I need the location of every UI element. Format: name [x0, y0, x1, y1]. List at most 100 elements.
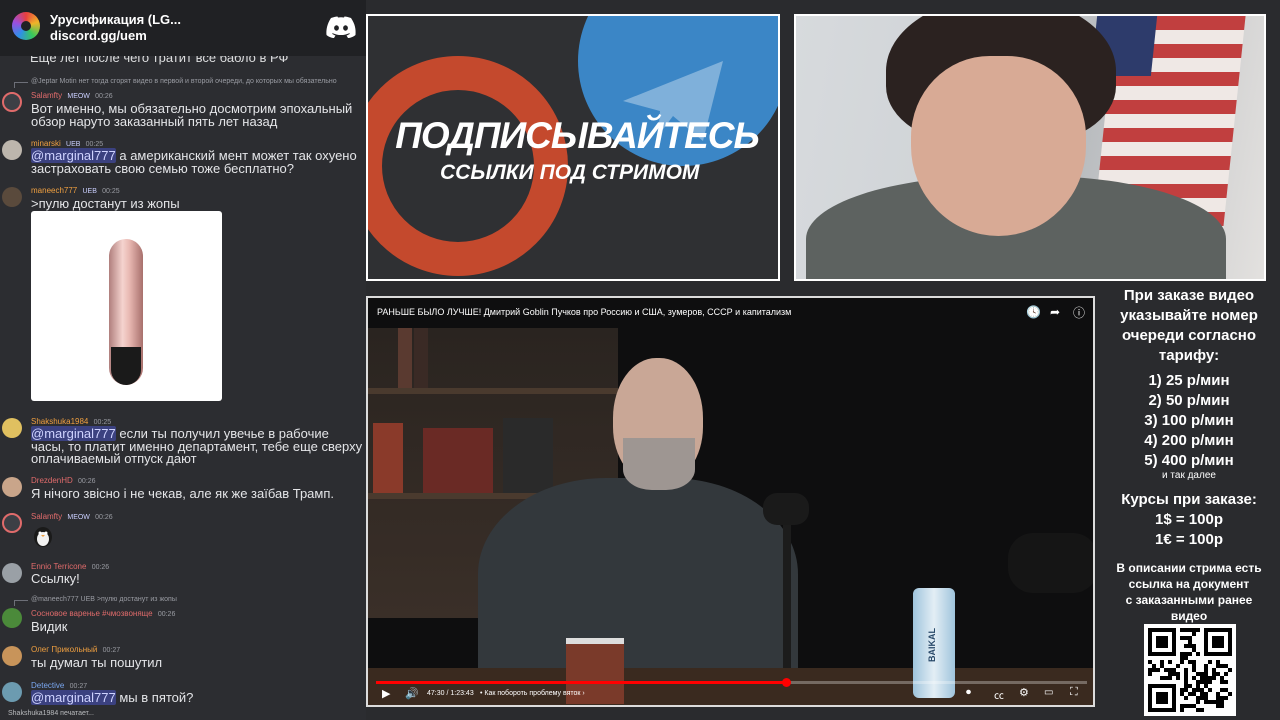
autoplay-toggle-icon[interactable]: ⏺ — [966, 687, 971, 698]
avatar[interactable] — [2, 563, 22, 583]
fullscreen-icon[interactable]: ⛶ — [1070, 686, 1078, 699]
chat-panel: Урусификация (LG... discord.gg/uem Ещё л… — [0, 0, 366, 720]
author-badge: MEOW — [67, 514, 90, 521]
avatar[interactable] — [2, 92, 22, 112]
message-line: оплачиваемый отпуск дают — [31, 451, 197, 466]
qr-code-pattern — [1148, 628, 1232, 712]
progress-bar[interactable] — [376, 678, 1087, 687]
settings-gear-icon[interactable]: ⚙ — [1019, 686, 1029, 699]
share-icon[interactable]: ➦ — [1050, 305, 1060, 319]
volume-icon[interactable]: 🔊 — [405, 687, 419, 700]
author-name[interactable]: Salamfty — [31, 512, 62, 521]
author-badge: MEOW — [67, 93, 90, 100]
message-time: 00:26 — [157, 611, 176, 618]
typing-indicator: Shakshuka1984 печатает... — [8, 710, 94, 717]
message-line: >пулю достанут из жопы — [31, 196, 180, 211]
message-line: обзор наруто заказанный пять лет назад — [31, 114, 278, 129]
description-line: В описании стрима есть — [1116, 561, 1262, 575]
author-badge: UEB — [66, 141, 81, 148]
message-line: Видик — [31, 619, 68, 634]
price-tier: 5) 400 р/мин — [1144, 452, 1234, 469]
message-time: 00:26 — [95, 514, 113, 521]
play-icon[interactable]: ▶ — [382, 687, 390, 700]
description-line: с заказанными ранее — [1125, 593, 1253, 607]
info-icon[interactable]: ⓘ — [1073, 304, 1085, 321]
price-tier: 2) 50 р/мин — [1148, 392, 1230, 409]
webcam-feed — [794, 14, 1266, 281]
message-time: 00:26 — [78, 478, 96, 485]
order-heading-line: тарифу: — [1158, 347, 1220, 364]
author-name[interactable]: Ennio Terricone — [31, 562, 86, 571]
user-mention[interactable]: @marginal777 — [31, 690, 116, 705]
rates-heading: Курсы при заказе: — [1121, 491, 1257, 508]
message-time: 00:25 — [85, 141, 104, 148]
discord-icon — [326, 16, 356, 38]
bottle-label: BAIKAL — [927, 628, 937, 662]
cast-icon[interactable]: ▭ — [1044, 687, 1053, 698]
author-name[interactable]: Shakshuka1984 — [31, 417, 88, 426]
attached-image[interactable] — [31, 211, 222, 401]
author-badge: UEB — [82, 188, 97, 195]
message-time: 00:26 — [95, 93, 113, 100]
author-name[interactable]: Detective — [31, 681, 64, 690]
message-header: DrezdenHD 00:26 — [31, 476, 96, 485]
author-name[interactable]: Сосновое варенье #чмозвоняще — [31, 609, 153, 618]
price-tier: 3) 100 р/мин — [1144, 412, 1234, 429]
author-name[interactable]: DrezdenHD — [31, 476, 73, 485]
avatar[interactable] — [2, 418, 22, 438]
watch-later-icon[interactable]: 🕓 — [1026, 305, 1041, 319]
avatar[interactable] — [2, 682, 22, 702]
message-header: Detective 00:27 — [31, 681, 87, 690]
message-header: Shakshuka1984 00:25 — [31, 417, 111, 426]
message-time: 00:27 — [102, 647, 121, 654]
time-display: 47:30 / 1:23:43 — [427, 690, 474, 697]
message-header: Salamfty MEOW 00:26 — [31, 91, 113, 100]
author-name[interactable]: Salamfty — [31, 91, 62, 100]
order-heading: При заказе видео указывайте номер очеред… — [1098, 286, 1280, 366]
message-header: minarski UEB 00:25 — [31, 139, 103, 148]
subtitles-icon[interactable]: ㏄ — [994, 687, 1004, 702]
message-time: 00:26 — [91, 564, 110, 571]
table-image — [368, 668, 1093, 705]
reply-preview[interactable]: @Jeptar Motin нет тогда сгорят видео в п… — [31, 78, 337, 85]
penguin-emoji-icon — [34, 527, 52, 547]
avatar[interactable] — [2, 513, 22, 533]
message-header: Salamfty MEOW 00:26 — [31, 512, 113, 521]
video-title[interactable]: РАНЬШЕ БЫЛО ЛУЧШЕ! Дмитрий Goblin Пучков… — [377, 307, 791, 317]
message-line: застраховать свою семью тоже бесплатно? — [31, 161, 295, 176]
progress-fill — [376, 681, 787, 684]
price-etc: и так далее — [1162, 470, 1216, 481]
youtube-player[interactable]: BAIKAL РАНЬШЕ БЫЛО ЛУЧШЕ! Дмитрий Goblin… — [366, 296, 1095, 707]
avatar[interactable] — [2, 608, 22, 628]
rate-eur: 1€ = 100р — [1155, 531, 1223, 548]
message-line: ты думал ты пошутил — [31, 655, 163, 670]
microphone-image — [1008, 533, 1093, 593]
author-name[interactable]: maneech777 — [31, 186, 77, 195]
bullet-cap-image — [111, 347, 141, 385]
mic-stand-image — [783, 518, 791, 678]
discord-banner[interactable]: Урусификация (LG... discord.gg/uem — [0, 0, 366, 56]
order-heading-line: очереди согласно — [1121, 327, 1257, 344]
book — [398, 328, 412, 388]
book — [503, 418, 553, 493]
author-name[interactable]: minarski — [31, 139, 61, 148]
server-logo-icon — [12, 12, 40, 40]
author-name[interactable]: Олег Прикольный — [31, 645, 97, 654]
microphone-image — [763, 493, 809, 525]
qr-code-icon[interactable] — [1144, 624, 1236, 716]
message-header: Ennio Terricone 00:26 — [31, 562, 109, 571]
promo-title: ПОДПИСЫВАЙТЕСЬ — [395, 115, 759, 156]
stream-layout: Урусификация (LG... discord.gg/uem Ещё л… — [0, 0, 1280, 720]
avatar[interactable] — [2, 646, 22, 666]
message-time: 00:27 — [69, 683, 88, 690]
avatar[interactable] — [2, 140, 22, 160]
avatar[interactable] — [2, 187, 22, 207]
avatar[interactable] — [2, 477, 22, 497]
discord-invite-link[interactable]: discord.gg/uem — [50, 28, 147, 43]
message-header: Сосновое варенье #чмозвоняще 00:26 — [31, 609, 175, 618]
server-name: Урусификация (LG... — [50, 12, 181, 27]
chapter-title[interactable]: • Как побороть проблему вяток › — [480, 690, 585, 697]
message-line: Ссылку! — [31, 571, 80, 586]
reply-preview[interactable]: @maneech777 UEB >пулю достанут из жопы — [31, 596, 177, 603]
message-time: 00:25 — [102, 188, 120, 195]
